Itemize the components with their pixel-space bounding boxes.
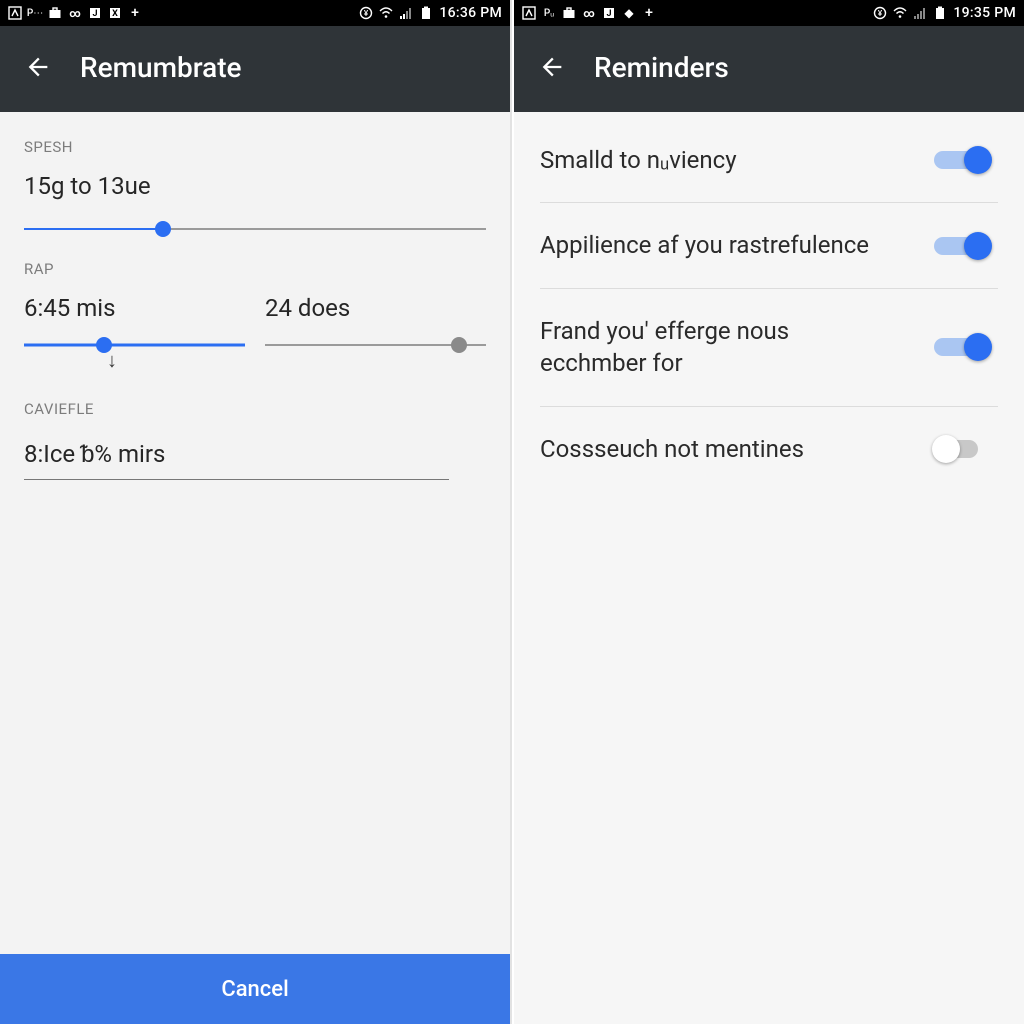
status-right-icons: ¥ 16:36 PM: [359, 5, 502, 21]
rap-label: RAP: [24, 260, 486, 278]
battery-icon: [419, 6, 433, 20]
rap-right-slider[interactable]: [265, 336, 486, 354]
signal-icon: [399, 6, 413, 20]
svg-text:¥: ¥: [878, 9, 883, 18]
circle-icon: ¥: [873, 6, 887, 20]
back-button[interactable]: [16, 45, 60, 89]
rap-row: 6:45 mis ↓ 24 does: [24, 294, 486, 354]
status-left-icons: P⋯ ∞ J X +: [8, 6, 142, 20]
rap-right-col: 24 does: [265, 294, 486, 354]
setting-switch-1[interactable]: [934, 231, 994, 261]
setting-switch-2[interactable]: [934, 332, 994, 362]
spesh-slider-thumb[interactable]: [155, 221, 171, 237]
plus-icon: +: [642, 6, 656, 20]
rap-right-thumb[interactable]: [451, 337, 467, 353]
notif-icon-2: J: [602, 6, 616, 20]
circle-icon: ¥: [359, 6, 373, 20]
notif-icon-3: X: [108, 6, 122, 20]
rap-right-value: 24 does: [265, 294, 486, 322]
caviefle-label: CAVIEFLE: [24, 400, 486, 418]
app-bar: Remumbrate: [0, 26, 510, 112]
briefcase-icon: [48, 6, 62, 20]
wifi-icon: [379, 6, 393, 20]
status-time: 16:36 PM: [439, 5, 502, 21]
setting-switch-0[interactable]: [934, 145, 994, 175]
infinity-icon: ∞: [582, 6, 596, 20]
plus-icon: +: [128, 6, 142, 20]
svg-text:J: J: [92, 9, 97, 19]
spesh-value: 15g to 13ue: [24, 172, 486, 200]
status-left-icons: Pᵤ ∞ J ◆ +: [522, 6, 656, 20]
battery-icon: [933, 6, 947, 20]
briefcase-icon: [562, 6, 576, 20]
signal-icon: [913, 6, 927, 20]
screenshot-icon: [8, 6, 22, 20]
rap-left-slider[interactable]: ↓: [24, 336, 245, 354]
setting-label: Cossseuch not mentines: [540, 433, 804, 465]
back-button[interactable]: [530, 45, 574, 89]
notif-icon-2: J: [88, 6, 102, 20]
setting-row-2[interactable]: Frand you' efferge nous ecchmber for: [540, 289, 998, 407]
app-bar: Reminders: [514, 26, 1024, 112]
cancel-button[interactable]: Cancel: [0, 954, 510, 1024]
status-bar: P⋯ ∞ J X + ¥ 16:36 PM: [0, 0, 510, 26]
arrow-down-icon: ↓: [107, 348, 117, 373]
caviefle-section: CAVIEFLE 8:Ice ᵬ% mirs: [24, 400, 486, 480]
wifi-icon: [893, 6, 907, 20]
setting-switch-3[interactable]: [934, 434, 994, 464]
setting-label: Appilience af you rastrefulence: [540, 229, 869, 261]
arrow-back-icon: [538, 53, 566, 81]
screen-remumbrate: P⋯ ∞ J X + ¥ 16:36 PM Remumbrate SPESH: [0, 0, 512, 1024]
notif-icon-1: Pᵤ: [542, 6, 556, 20]
status-bar: Pᵤ ∞ J ◆ + ¥ 19:35 PM: [514, 0, 1024, 26]
setting-label: Frand you' efferge nous ecchmber for: [540, 315, 880, 380]
setting-row-1[interactable]: Appilience af you rastrefulence: [540, 203, 998, 288]
content-area: SPESH 15g to 13ue RAP 6:45 mis ↓: [0, 112, 510, 1024]
status-right-icons: ¥ 19:35 PM: [873, 5, 1016, 21]
setting-row-3[interactable]: Cossseuch not mentines: [540, 407, 998, 491]
setting-row-0[interactable]: Smalld to nᵤviency: [540, 136, 998, 203]
content-area: Smalld to nᵤviency Appilience af you ras…: [514, 112, 1024, 1024]
rap-left-col: 6:45 mis ↓: [24, 294, 245, 354]
infinity-icon: ∞: [68, 6, 82, 20]
setting-label: Smalld to nᵤviency: [540, 144, 737, 176]
spesh-label: SPESH: [24, 138, 486, 156]
screen-reminders: Pᵤ ∞ J ◆ + ¥ 19:35 PM Reminders: [512, 0, 1024, 1024]
svg-text:J: J: [606, 9, 611, 19]
arrow-back-icon: [24, 53, 52, 81]
rap-left-value: 6:45 mis: [24, 294, 245, 322]
cancel-label: Cancel: [221, 977, 288, 1002]
page-title: Reminders: [594, 51, 729, 84]
status-time: 19:35 PM: [953, 5, 1016, 21]
page-title: Remumbrate: [80, 51, 242, 84]
svg-text:X: X: [112, 9, 118, 19]
spesh-slider[interactable]: [24, 220, 486, 238]
svg-text:¥: ¥: [364, 9, 369, 18]
notif-icon-1: P⋯: [28, 6, 42, 20]
screenshot-icon: [522, 6, 536, 20]
caviefle-input[interactable]: 8:Ice ᵬ% mirs: [24, 440, 449, 480]
diamond-icon: ◆: [622, 6, 636, 20]
